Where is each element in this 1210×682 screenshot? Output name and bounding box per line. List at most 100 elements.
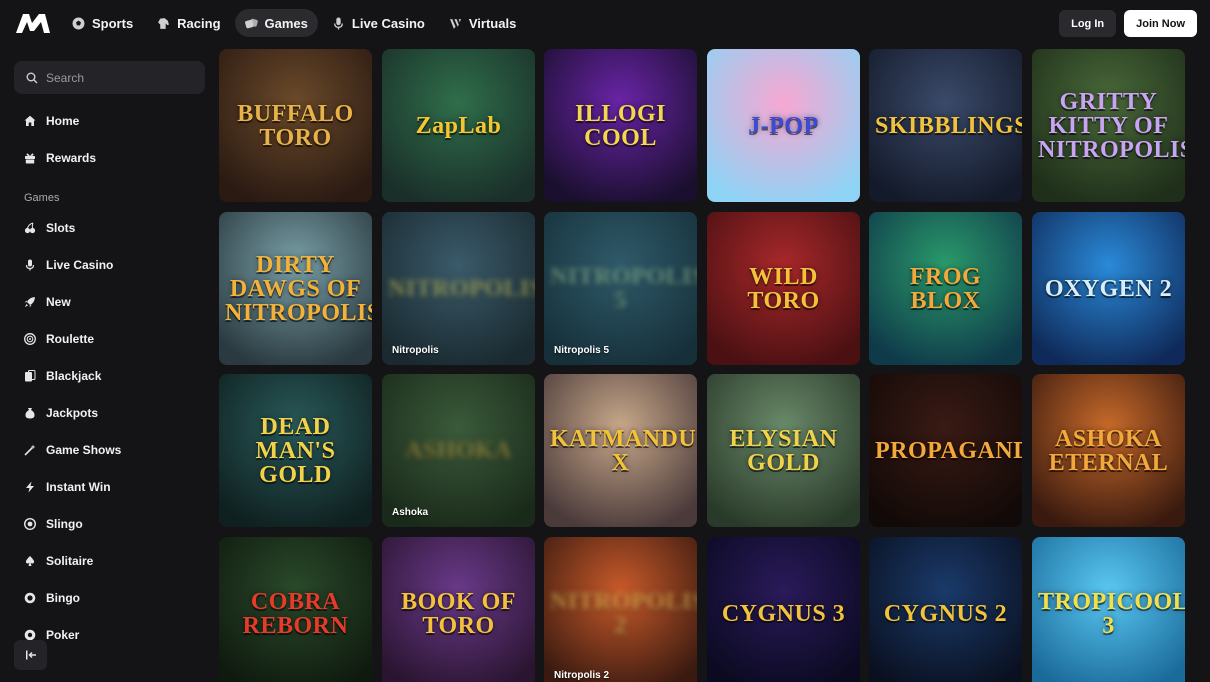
- gift-icon: [25, 153, 35, 164]
- sidebar-item-label: Live Casino: [46, 258, 114, 272]
- game-tile[interactable]: WILD TORO: [707, 212, 860, 365]
- wand-icon: [24, 444, 36, 456]
- game-title: TROPICOOL 3: [1038, 588, 1185, 639]
- sidebar-item-label: Poker: [46, 628, 80, 642]
- game-tile[interactable]: J-POP: [707, 49, 860, 202]
- game-tile[interactable]: BUFFALO TORO: [219, 49, 372, 202]
- search-input[interactable]: [46, 70, 196, 85]
- sidebar-item-label: Jackpots: [46, 406, 99, 420]
- game-tile[interactable]: NITROPOLIS Nitropolis: [382, 212, 535, 365]
- sidebar-item-solitaire[interactable]: Solitaire: [14, 546, 205, 576]
- game-title: ILLOGI COOL: [574, 100, 667, 151]
- game-tile[interactable]: BOOK OF TORO: [382, 537, 535, 682]
- game-tile[interactable]: GRITTY KITTY OF NITROPOLIS: [1032, 49, 1185, 202]
- game-caption: Nitropolis 5: [554, 345, 610, 356]
- game-title: GRITTY KITTY OF NITROPOLIS: [1038, 88, 1185, 163]
- collapse-sidebar-button[interactable]: [14, 640, 47, 670]
- game-tile[interactable]: ASHOKA Ashoka: [382, 374, 535, 527]
- roulette-icon: [24, 333, 36, 345]
- game-tile[interactable]: COBRA REBORN: [219, 537, 372, 682]
- lightning-icon: [26, 481, 34, 493]
- sidebar-item-label: Slingo: [46, 517, 83, 531]
- game-caption: Ashoka: [392, 507, 429, 518]
- sidebar-item-slingo[interactable]: Slingo: [14, 509, 205, 539]
- collapse-sidebar-icon: [25, 650, 36, 660]
- game-tile[interactable]: ELYSIAN GOLD: [707, 374, 860, 527]
- nav-live-casino-label: Live Casino: [351, 15, 425, 31]
- game-title: NITROPOLIS 5: [550, 263, 697, 314]
- login-button[interactable]: Log In: [1059, 10, 1117, 37]
- game-title: BUFFALO TORO: [237, 100, 354, 151]
- brand-logo[interactable]: [14, 12, 52, 34]
- virtuals-icon: [449, 18, 461, 29]
- rocket-icon: [24, 297, 35, 308]
- sidebar-item-roulette[interactable]: Roulette: [14, 324, 205, 354]
- nav-live-casino[interactable]: Live Casino: [322, 9, 435, 37]
- game-tile[interactable]: NITROPOLIS 2 Nitropolis 2: [544, 537, 697, 682]
- search-icon: [26, 72, 38, 83]
- game-tile[interactable]: KATMANDU X: [544, 374, 697, 527]
- game-tile[interactable]: CYGNUS 3: [707, 537, 860, 682]
- game-title: ELYSIAN GOLD: [729, 425, 838, 476]
- game-tile[interactable]: DEAD MAN'S GOLD: [219, 374, 372, 527]
- join-now-button[interactable]: Join Now: [1124, 10, 1197, 37]
- sidebar-item-home[interactable]: Home: [14, 106, 205, 136]
- sidebar-item-label: Game Shows: [46, 443, 122, 457]
- sidebar-item-new[interactable]: New: [14, 287, 205, 317]
- sidebar-item-rewards[interactable]: Rewards: [14, 143, 205, 173]
- sidebar-item-label: Slots: [46, 221, 76, 235]
- game-tile[interactable]: TROPICOOL 3: [1032, 537, 1185, 682]
- game-title: CYGNUS 2: [883, 600, 1008, 627]
- nav-sports[interactable]: Sports: [62, 9, 143, 37]
- nav-sports-label: Sports: [92, 15, 134, 31]
- game-tile[interactable]: FROG BLOX: [869, 212, 1022, 365]
- sidebar-item-label: Blackjack: [46, 369, 102, 383]
- sidebar-item-label: Roulette: [46, 332, 94, 346]
- auth-buttons: Log In Join Now: [1059, 10, 1197, 37]
- game-title: ASHOKA ETERNAL: [1048, 425, 1169, 476]
- game-tile[interactable]: DIRTY DAWGS OF NITROPOLIS: [219, 212, 372, 365]
- sidebar-item-instant-win[interactable]: Instant Win: [14, 472, 205, 502]
- sidebar-item-blackjack[interactable]: Blackjack: [14, 361, 205, 391]
- solitaire-icon: [25, 556, 35, 566]
- game-title: OXYGEN 2: [1044, 275, 1173, 302]
- game-tile[interactable]: NITROPOLIS 5 Nitropolis 5: [544, 212, 697, 365]
- sidebar-item-live-casino[interactable]: Live Casino: [14, 250, 205, 280]
- microphone-icon: [25, 259, 35, 271]
- game-title: NITROPOLIS: [388, 275, 535, 302]
- game-title: PROPAGANDA: [875, 437, 1022, 464]
- sidebar-item-game-shows[interactable]: Game Shows: [14, 435, 205, 465]
- soccer-ball-icon: [72, 17, 85, 29]
- game-tile[interactable]: SKIBBLINGS: [869, 49, 1022, 202]
- game-title: WILD TORO: [747, 263, 820, 314]
- game-title: DIRTY DAWGS OF NITROPOLIS: [225, 251, 372, 326]
- bingo-icon: [24, 592, 36, 604]
- sidebar-item-label: New: [46, 295, 71, 309]
- game-title: FROG BLOX: [909, 263, 982, 314]
- sidebar-item-label: Bingo: [46, 591, 80, 605]
- microphone-icon: [333, 17, 343, 29]
- game-tile[interactable]: ASHOKA ETERNAL: [1032, 374, 1185, 527]
- nav-games[interactable]: Games: [234, 9, 318, 37]
- sidebar-item-slots[interactable]: Slots: [14, 213, 205, 243]
- nav-virtuals[interactable]: Virtuals: [439, 9, 526, 37]
- game-grid: BUFFALO TORO ZapLab ILLOGI COOL J-POP SKIBBL…: [218, 48, 1198, 682]
- game-tile[interactable]: ZapLab: [382, 49, 535, 202]
- game-tile[interactable]: OXYGEN 2: [1032, 212, 1185, 365]
- nav-racing[interactable]: Racing: [147, 9, 230, 37]
- game-tile[interactable]: PROPAGANDA: [869, 374, 1022, 527]
- home-icon: [24, 115, 36, 126]
- sidebar-item-jackpots[interactable]: Jackpots: [14, 398, 205, 428]
- game-tile[interactable]: ILLOGI COOL: [544, 49, 697, 202]
- game-title: SKIBBLINGS: [875, 112, 1022, 139]
- sidebar: Home Rewards Games Slots Live Casino New…: [0, 46, 218, 682]
- sidebar-item-label: Home: [46, 114, 80, 128]
- game-tile[interactable]: CYGNUS 2: [869, 537, 1022, 682]
- game-title: DEAD MAN'S GOLD: [255, 413, 336, 488]
- sidebar-item-bingo[interactable]: Bingo: [14, 583, 205, 613]
- cards-icon: [25, 370, 36, 382]
- cherries-icon: [24, 222, 36, 234]
- game-title: NITROPOLIS 2: [550, 588, 697, 639]
- search-box[interactable]: [14, 61, 205, 94]
- game-title: KATMANDU X: [550, 425, 697, 476]
